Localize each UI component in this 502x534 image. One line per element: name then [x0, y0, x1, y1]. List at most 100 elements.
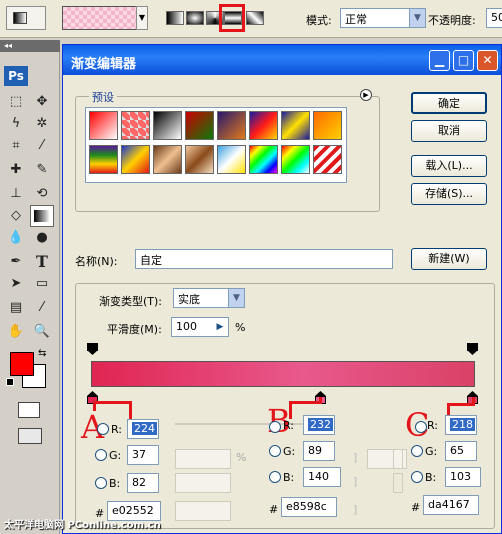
stop-b-hex-value: e8598c [286, 500, 327, 513]
default-colors-icon[interactable] [6, 378, 14, 386]
r-radio[interactable] [97, 423, 109, 435]
close-icon[interactable]: ✕ [477, 50, 498, 71]
eyedropper-icon[interactable]: ⁄ [32, 136, 52, 156]
eraser-tool-icon[interactable]: ◇ [6, 206, 26, 226]
smoothness-input[interactable]: 100 ▶ [171, 317, 229, 337]
g-radio[interactable] [411, 445, 423, 457]
diamond-gradient-icon[interactable] [246, 11, 264, 25]
gradient-tool-button[interactable] [30, 205, 54, 227]
notes-tool-icon[interactable]: ▤ [6, 298, 26, 318]
preset-swatch[interactable] [217, 111, 246, 140]
load-button[interactable]: 载入(L)... [411, 155, 487, 177]
crop-tool-icon[interactable]: ⌗ [6, 136, 26, 156]
preset-swatch[interactable] [121, 145, 150, 174]
stop-b-hex-input[interactable]: e8598c [281, 497, 337, 517]
preset-swatch[interactable] [185, 145, 214, 174]
stop-b-g-input[interactable]: 89 [303, 441, 335, 461]
preset-swatch[interactable] [313, 145, 342, 174]
gradient-preview-swatch[interactable] [62, 6, 146, 30]
save-button[interactable]: 存储(S)... [411, 183, 487, 205]
smoothness-label: 平滑度(M): [107, 323, 162, 336]
screen-mode-icon[interactable] [18, 428, 42, 444]
brush-tool-icon[interactable]: ✎ [32, 160, 52, 180]
lasso-tool-icon[interactable]: ϟ [6, 114, 26, 134]
hash-label: # [411, 501, 421, 514]
stop-c-hex-input[interactable]: da4167 [423, 495, 479, 515]
pen-tool-icon[interactable]: ✒ [6, 252, 26, 272]
preset-swatch[interactable] [313, 111, 342, 140]
stop-a-g-input[interactable]: 37 [127, 445, 159, 465]
eyedropper-icon-2[interactable]: ⁄ [32, 298, 52, 318]
type-tool-icon[interactable]: T [32, 252, 52, 272]
zoom-tool-icon[interactable]: 🔍 [32, 322, 52, 342]
stop-c-r-input[interactable]: 218 [445, 415, 477, 435]
preset-swatch[interactable] [153, 145, 182, 174]
g-radio[interactable] [95, 449, 107, 461]
magic-wand-icon[interactable]: ✲ [32, 114, 52, 134]
b-radio[interactable] [269, 471, 281, 483]
gradient-bar[interactable] [91, 361, 475, 387]
gradient-type-select[interactable]: 实底 ▼ [173, 288, 245, 308]
preset-swatch[interactable] [121, 111, 150, 140]
opacity-stop-right[interactable] [467, 343, 478, 355]
blur-tool-icon[interactable]: 💧 [6, 228, 26, 248]
radial-gradient-icon[interactable] [186, 11, 204, 25]
disabled-field [175, 501, 231, 521]
stop-c-hex-value: da4167 [428, 498, 470, 511]
cancel-button[interactable]: 取消 [411, 120, 487, 142]
stop-c-g-input[interactable]: 65 [445, 441, 477, 461]
swap-colors-icon[interactable]: ⇆ [38, 348, 46, 359]
r-radio[interactable] [415, 421, 427, 433]
preset-swatch[interactable] [281, 145, 310, 174]
chevron-down-icon: ▼ [228, 289, 244, 307]
r-radio[interactable] [269, 421, 281, 433]
name-input[interactable]: 自定 [135, 249, 393, 269]
ok-button[interactable]: 确定 [411, 92, 487, 114]
opacity-label: 不透明度: [428, 14, 476, 27]
stamp-tool-icon[interactable]: ⊥ [6, 184, 26, 204]
expand-arrow-icon[interactable]: ▶ [212, 318, 228, 336]
minimize-icon[interactable]: ▁ [429, 50, 450, 71]
new-button[interactable]: 新建(W) [411, 248, 487, 270]
preset-swatch[interactable] [185, 111, 214, 140]
path-select-icon[interactable]: ➤ [6, 274, 26, 294]
presets-menu-icon[interactable]: ▶ [360, 89, 372, 101]
preset-swatch[interactable] [249, 145, 278, 174]
mode-select[interactable]: 正常 ▼ [340, 8, 426, 28]
preset-swatch[interactable] [281, 111, 310, 140]
history-brush-icon[interactable]: ⟲ [32, 184, 52, 204]
linear-gradient-icon[interactable] [166, 11, 184, 25]
stop-b-b-input[interactable]: 140 [303, 467, 341, 487]
move-tool-icon[interactable]: ✥ [32, 92, 52, 112]
healing-brush-icon[interactable]: ✚ [6, 160, 26, 180]
shape-tool-icon[interactable]: ▭ [32, 274, 52, 294]
g-radio[interactable] [269, 445, 281, 457]
b-radio[interactable] [95, 477, 107, 489]
maximize-icon[interactable]: □ [453, 50, 474, 71]
reflected-gradient-icon[interactable] [224, 11, 242, 25]
gradient-picker-arrow-icon[interactable]: ▼ [136, 6, 148, 30]
hand-tool-icon[interactable]: ✋ [6, 322, 26, 342]
preset-swatch[interactable] [217, 145, 246, 174]
stop-a-r-input[interactable]: 224 [127, 419, 159, 439]
tool-preset-picker[interactable] [6, 6, 46, 30]
dodge-tool-icon[interactable]: ● [32, 228, 52, 248]
b-radio[interactable] [411, 471, 423, 483]
preset-swatch[interactable] [249, 111, 278, 140]
stop-a-b-input[interactable]: 82 [127, 473, 159, 493]
opacity-input[interactable]: 50 [486, 8, 502, 28]
preset-swatch[interactable] [89, 145, 118, 174]
foreground-color-swatch[interactable] [10, 352, 34, 376]
chevron-down-icon: ▼ [409, 9, 425, 27]
preset-swatch[interactable] [89, 111, 118, 140]
callout-line [129, 401, 132, 421]
quick-mask-icon[interactable] [18, 402, 40, 418]
preset-swatch[interactable] [153, 111, 182, 140]
opacity-stop-left[interactable] [87, 343, 98, 355]
stop-c-b-input[interactable]: 103 [445, 467, 481, 487]
bracket-glyph: ] [353, 451, 358, 464]
stop-b-r-input[interactable]: 232 [303, 415, 335, 435]
mode-value: 正常 [345, 13, 367, 26]
palette-collapse-icon[interactable]: ◂◂ [0, 40, 60, 52]
marquee-tool-icon[interactable]: ⬚ [6, 92, 26, 112]
